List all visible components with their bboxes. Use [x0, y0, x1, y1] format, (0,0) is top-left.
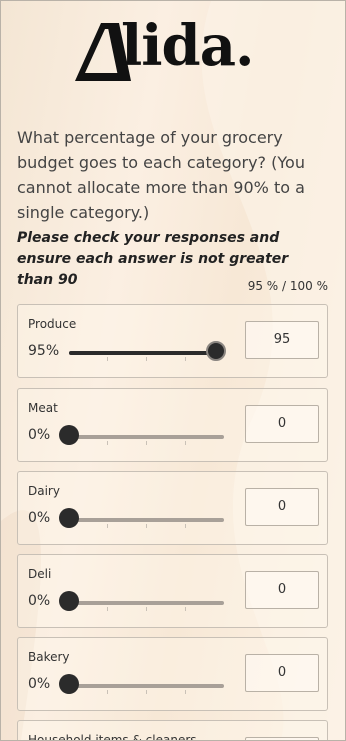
- value-input[interactable]: 0: [245, 488, 319, 526]
- allocation-row-deli: Deli 0% 0: [17, 554, 328, 628]
- slider-tick: [185, 690, 186, 694]
- row-percent: 0%: [28, 593, 51, 609]
- logo-wordmark: lida.: [121, 13, 254, 79]
- row-percent: 95%: [28, 343, 60, 359]
- row-label: Bakery: [28, 650, 70, 664]
- slider-thumb[interactable]: [59, 674, 79, 694]
- allocation-row-household: Household items & cleaners: [17, 720, 328, 741]
- row-label: Household items & cleaners: [28, 733, 197, 741]
- question-text: What percentage of your grocery budget g…: [17, 128, 305, 222]
- value-input[interactable]: 0: [245, 405, 319, 443]
- row-label: Dairy: [28, 484, 60, 498]
- survey-page: lida. What percentage of your grocery bu…: [0, 0, 346, 741]
- slider-tick: [146, 607, 147, 611]
- allocation-total: 95 % / 100 %: [247, 279, 328, 293]
- slider-tick: [185, 441, 186, 445]
- slider-track[interactable]: [69, 684, 224, 694]
- value-input[interactable]: 0: [245, 654, 319, 692]
- slider-tick: [185, 524, 186, 528]
- slider-tick: [185, 357, 186, 361]
- slider-tick: [107, 690, 108, 694]
- row-percent: 0%: [28, 510, 51, 526]
- slider-tick: [146, 524, 147, 528]
- slider-tick: [107, 441, 108, 445]
- slider-tick: [146, 357, 147, 361]
- row-label: Deli: [28, 567, 52, 581]
- allocation-row-bakery: Bakery 0% 0: [17, 637, 328, 711]
- slider-tick: [107, 524, 108, 528]
- value-input[interactable]: [245, 737, 319, 740]
- slider-track[interactable]: [69, 518, 224, 528]
- slider-thumb[interactable]: [206, 341, 227, 361]
- slider-track[interactable]: [69, 601, 224, 611]
- row-label: Produce: [28, 317, 77, 331]
- alida-logo: lida.: [71, 13, 277, 89]
- allocation-row-dairy: Dairy 0% 0: [17, 471, 328, 545]
- value-input[interactable]: 95: [245, 321, 319, 359]
- allocation-row-produce: Produce 95% 95: [17, 304, 328, 378]
- slider-tick: [146, 441, 147, 445]
- allocation-row-meat: Meat 0% 0: [17, 388, 328, 462]
- slider-track[interactable]: [69, 351, 224, 361]
- slider-thumb[interactable]: [59, 591, 79, 611]
- slider-track[interactable]: [69, 435, 224, 445]
- slider-fill: [69, 351, 217, 355]
- slider-thumb[interactable]: [59, 425, 79, 445]
- row-label: Meat: [28, 401, 58, 415]
- slider-thumb[interactable]: [59, 508, 79, 528]
- slider-tick: [107, 607, 108, 611]
- row-percent: 0%: [28, 676, 51, 692]
- value-input[interactable]: 0: [245, 571, 319, 609]
- row-percent: 0%: [28, 427, 51, 443]
- slider-tick: [107, 357, 108, 361]
- slider-tick: [185, 607, 186, 611]
- slider-tick: [146, 690, 147, 694]
